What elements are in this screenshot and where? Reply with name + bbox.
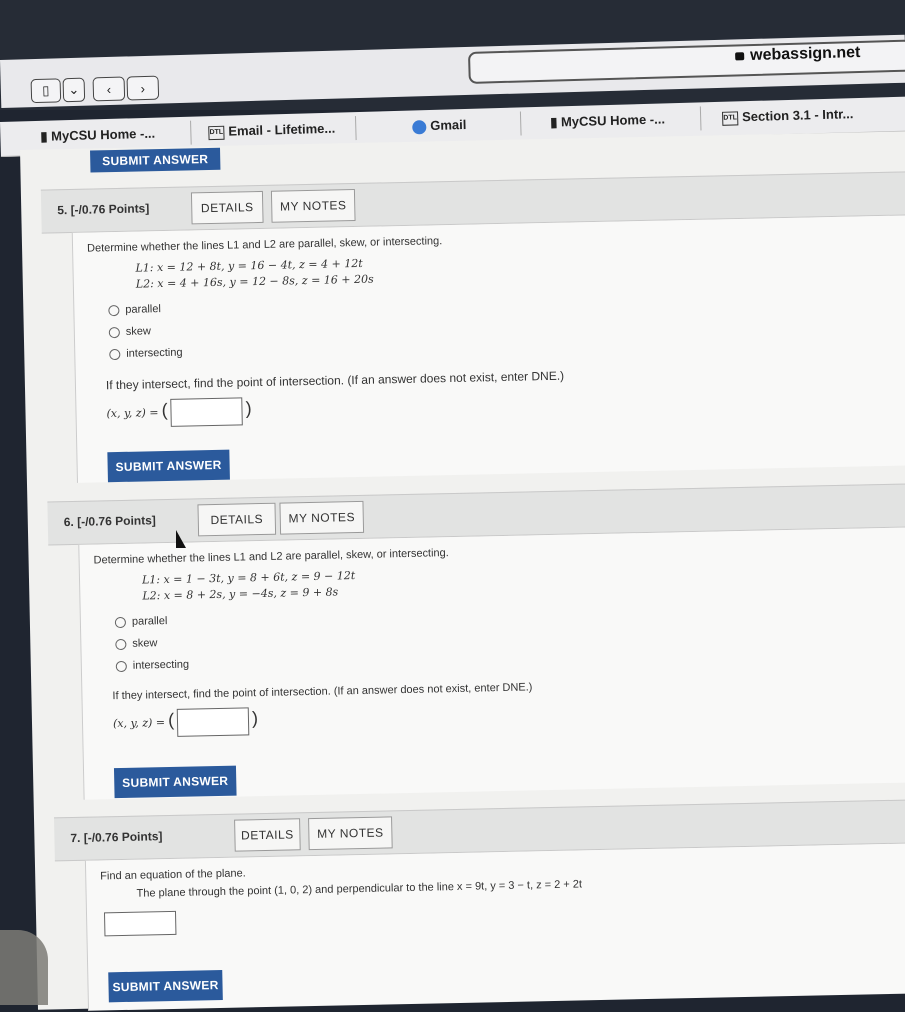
- answer-input[interactable]: [170, 397, 243, 427]
- close-paren: ): [245, 398, 252, 419]
- details-tab[interactable]: DETAILS: [234, 818, 301, 852]
- radio-button[interactable]: [115, 638, 127, 650]
- question-number: 5. [-/0.76 Points]: [57, 201, 150, 218]
- answer-label: (x, y, z) =: [112, 715, 166, 731]
- answer-input[interactable]: [103, 910, 177, 937]
- submit-answer-button[interactable]: SUBMIT ANSWER: [108, 969, 223, 1003]
- bookmark-icon: ▮: [40, 128, 52, 144]
- submit-answer-button-q4[interactable]: SUBMIT ANSWER: [90, 147, 221, 173]
- question-prompt: Find an equation of the plane.: [100, 867, 246, 883]
- google-icon: [412, 119, 427, 135]
- bookmark-email-lifetime[interactable]: DTL Email - Lifetime...: [208, 121, 335, 140]
- submit-answer-button[interactable]: SUBMIT ANSWER: [113, 765, 237, 799]
- question-prompt: Determine whether the lines L1 and L2 ar…: [86, 235, 443, 255]
- answer-row: (x, y, z) = (): [106, 397, 252, 428]
- line-2-equation: L2: x = 8 + 2s, y = −4s, z = 9 + 8s: [142, 585, 339, 603]
- question-body: Determine whether the lines L1 and L2 ar…: [71, 215, 905, 483]
- submit-answer-button[interactable]: SUBMIT ANSWER: [107, 449, 230, 483]
- mouse-cursor-icon: [176, 530, 186, 548]
- bookmark-mycsu-home-1[interactable]: ▮ MyCSU Home -...: [40, 126, 155, 145]
- line-1-equation: L1: x = 12 + 8t, y = 16 − 4t, z = 4 + 12…: [135, 256, 363, 275]
- url-display[interactable]: webassign.net: [735, 44, 861, 65]
- intersection-instruction: If they intersect, find the point of int…: [112, 681, 533, 703]
- radio-button[interactable]: [109, 348, 121, 360]
- option-label: intersecting: [126, 346, 183, 360]
- option-intersecting[interactable]: intersecting: [109, 347, 183, 361]
- radio-button[interactable]: [114, 616, 127, 628]
- bookmark-label: MyCSU Home -...: [50, 125, 156, 144]
- line-1-equation: L1: x = 1 − 3t, y = 8 + 6t, z = 9 − 12t: [141, 569, 356, 587]
- radio-button[interactable]: [108, 304, 120, 316]
- bookmark-divider: [354, 116, 357, 141]
- close-paren: ): [251, 708, 259, 729]
- bookmark-divider: [699, 106, 702, 131]
- option-parallel[interactable]: parallel: [114, 615, 168, 628]
- bookmark-divider: [190, 120, 192, 145]
- question-body: Determine whether the lines L1 and L2 ar…: [78, 527, 905, 800]
- my-notes-tab[interactable]: MY NOTES: [279, 500, 365, 535]
- open-paren: (: [161, 399, 168, 420]
- answer-label: (x, y, z) =: [106, 406, 159, 421]
- option-label: parallel: [131, 615, 168, 628]
- option-skew[interactable]: skew: [108, 325, 152, 338]
- bookmark-mycsu-home-2[interactable]: ▮ MyCSU Home -...: [550, 111, 665, 130]
- answer-row: (x, y, z) = (): [113, 707, 259, 738]
- question-number: 6. [-/0.76 Points]: [63, 513, 156, 530]
- forward-button[interactable]: ›: [126, 75, 160, 101]
- url-text: webassign.net: [749, 43, 861, 65]
- question-prompt: Determine whether the lines L1 and L2 ar…: [93, 547, 449, 567]
- bookmark-gmail[interactable]: Gmail: [412, 116, 467, 135]
- bookmark-divider: [519, 111, 522, 136]
- option-parallel[interactable]: parallel: [108, 303, 161, 316]
- question-body: Find an equation of the plane. The plane…: [84, 842, 905, 1011]
- line-2-equation: L2: x = 4 + 16s, y = 12 − 8s, z = 16 + 2…: [135, 272, 374, 291]
- option-label: intersecting: [132, 658, 190, 672]
- bookmark-label: Gmail: [430, 116, 467, 133]
- webassign-page: SUBMIT ANSWER 5. [-/0.76 Points] DETAILS…: [20, 131, 905, 1011]
- details-tab[interactable]: DETAILS: [190, 190, 264, 225]
- sidebar-toggle-icon[interactable]: ▯: [30, 78, 62, 104]
- finger-obstruction: [0, 930, 48, 1005]
- question-subprompt: The plane through the point (1, 0, 2) an…: [136, 878, 583, 900]
- option-label: skew: [125, 325, 152, 338]
- bookmark-label: Email - Lifetime...: [228, 120, 336, 139]
- bookmark-label: Section 3.1 - Intr...: [741, 106, 854, 125]
- my-notes-tab[interactable]: MY NOTES: [308, 816, 393, 851]
- option-label: skew: [132, 637, 158, 650]
- bookmark-icon: ▮: [550, 114, 562, 130]
- option-intersecting[interactable]: intersecting: [115, 658, 190, 673]
- radio-button[interactable]: [115, 660, 127, 672]
- dtl-icon: DTL: [208, 125, 225, 140]
- my-notes-tab[interactable]: MY NOTES: [270, 188, 356, 223]
- back-button[interactable]: ‹: [92, 76, 126, 102]
- details-tab[interactable]: DETAILS: [197, 502, 277, 537]
- bookmark-label: MyCSU Home -...: [560, 111, 666, 130]
- question-number: 7. [-/0.76 Points]: [70, 829, 163, 846]
- option-label: parallel: [125, 303, 161, 316]
- bookmark-section-3-1[interactable]: DTL Section 3.1 - Intr...: [721, 106, 854, 126]
- lock-icon: [735, 52, 745, 61]
- answer-input[interactable]: [176, 707, 250, 737]
- open-paren: (: [167, 709, 175, 730]
- intersection-instruction: If they intersect, find the point of int…: [105, 368, 565, 393]
- question-7: 7. [-/0.76 Points] DETAILS MY NOTES Find…: [53, 799, 905, 1011]
- dtl-icon: DTL: [721, 110, 739, 126]
- chevron-down-icon[interactable]: ⌄: [62, 77, 86, 103]
- radio-button[interactable]: [108, 326, 120, 338]
- question-5: 5. [-/0.76 Points] DETAILS MY NOTES Dete…: [40, 171, 905, 483]
- option-skew[interactable]: skew: [115, 637, 158, 650]
